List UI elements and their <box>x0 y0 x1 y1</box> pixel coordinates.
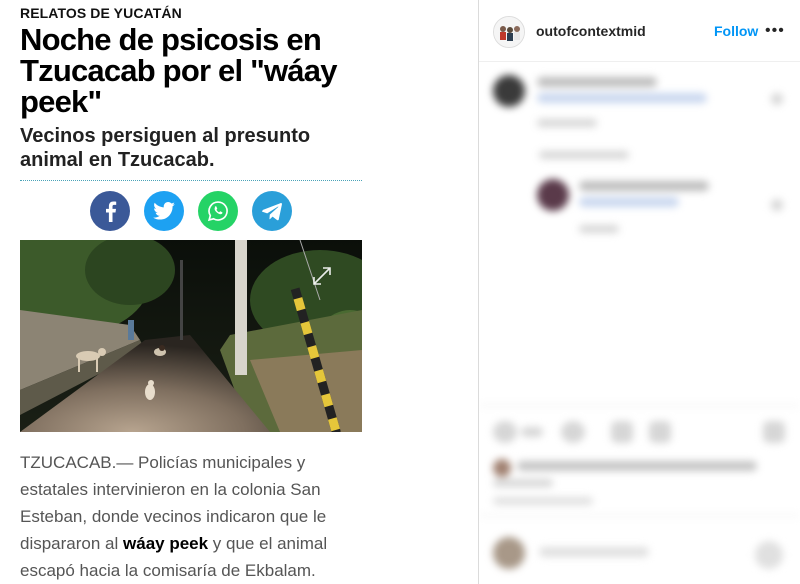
article-headline: Noche de psicosis en Tzucacab por el "wá… <box>20 22 337 119</box>
article-panel: RELATOS DE YUCATÁN Noche de psicosis en … <box>0 0 478 584</box>
whatsapp-share-button[interactable] <box>198 191 238 231</box>
telegram-share-button[interactable] <box>252 191 292 231</box>
article-subheadline: Vecinos persiguen al presunto animal en … <box>20 125 311 171</box>
whatsapp-icon <box>207 201 228 222</box>
telegram-icon <box>262 203 282 221</box>
instagram-panel: outofcontextmid Follow ••• <box>479 0 800 584</box>
follow-button[interactable]: Follow <box>714 23 758 39</box>
facebook-icon <box>106 201 117 222</box>
twitter-share-button[interactable] <box>144 191 184 231</box>
emphasis-text: wáay peek <box>123 534 209 553</box>
facebook-share-button[interactable] <box>90 191 130 231</box>
article-body: TZUCACAB.— Policías municipales y estata… <box>20 453 328 580</box>
section-label: RELATOS DE YUCATÁN <box>20 5 182 21</box>
article-photo <box>20 240 362 432</box>
avatar[interactable] <box>493 16 525 48</box>
username[interactable]: outofcontextmid <box>536 23 646 39</box>
post-header: outofcontextmid Follow ••• <box>479 0 800 62</box>
twitter-icon <box>153 202 175 220</box>
avatar-image <box>494 17 524 47</box>
blurred-comments-area <box>479 63 800 584</box>
more-options-icon[interactable]: ••• <box>765 22 785 40</box>
divider <box>20 180 362 181</box>
night-street-photo <box>20 240 362 432</box>
